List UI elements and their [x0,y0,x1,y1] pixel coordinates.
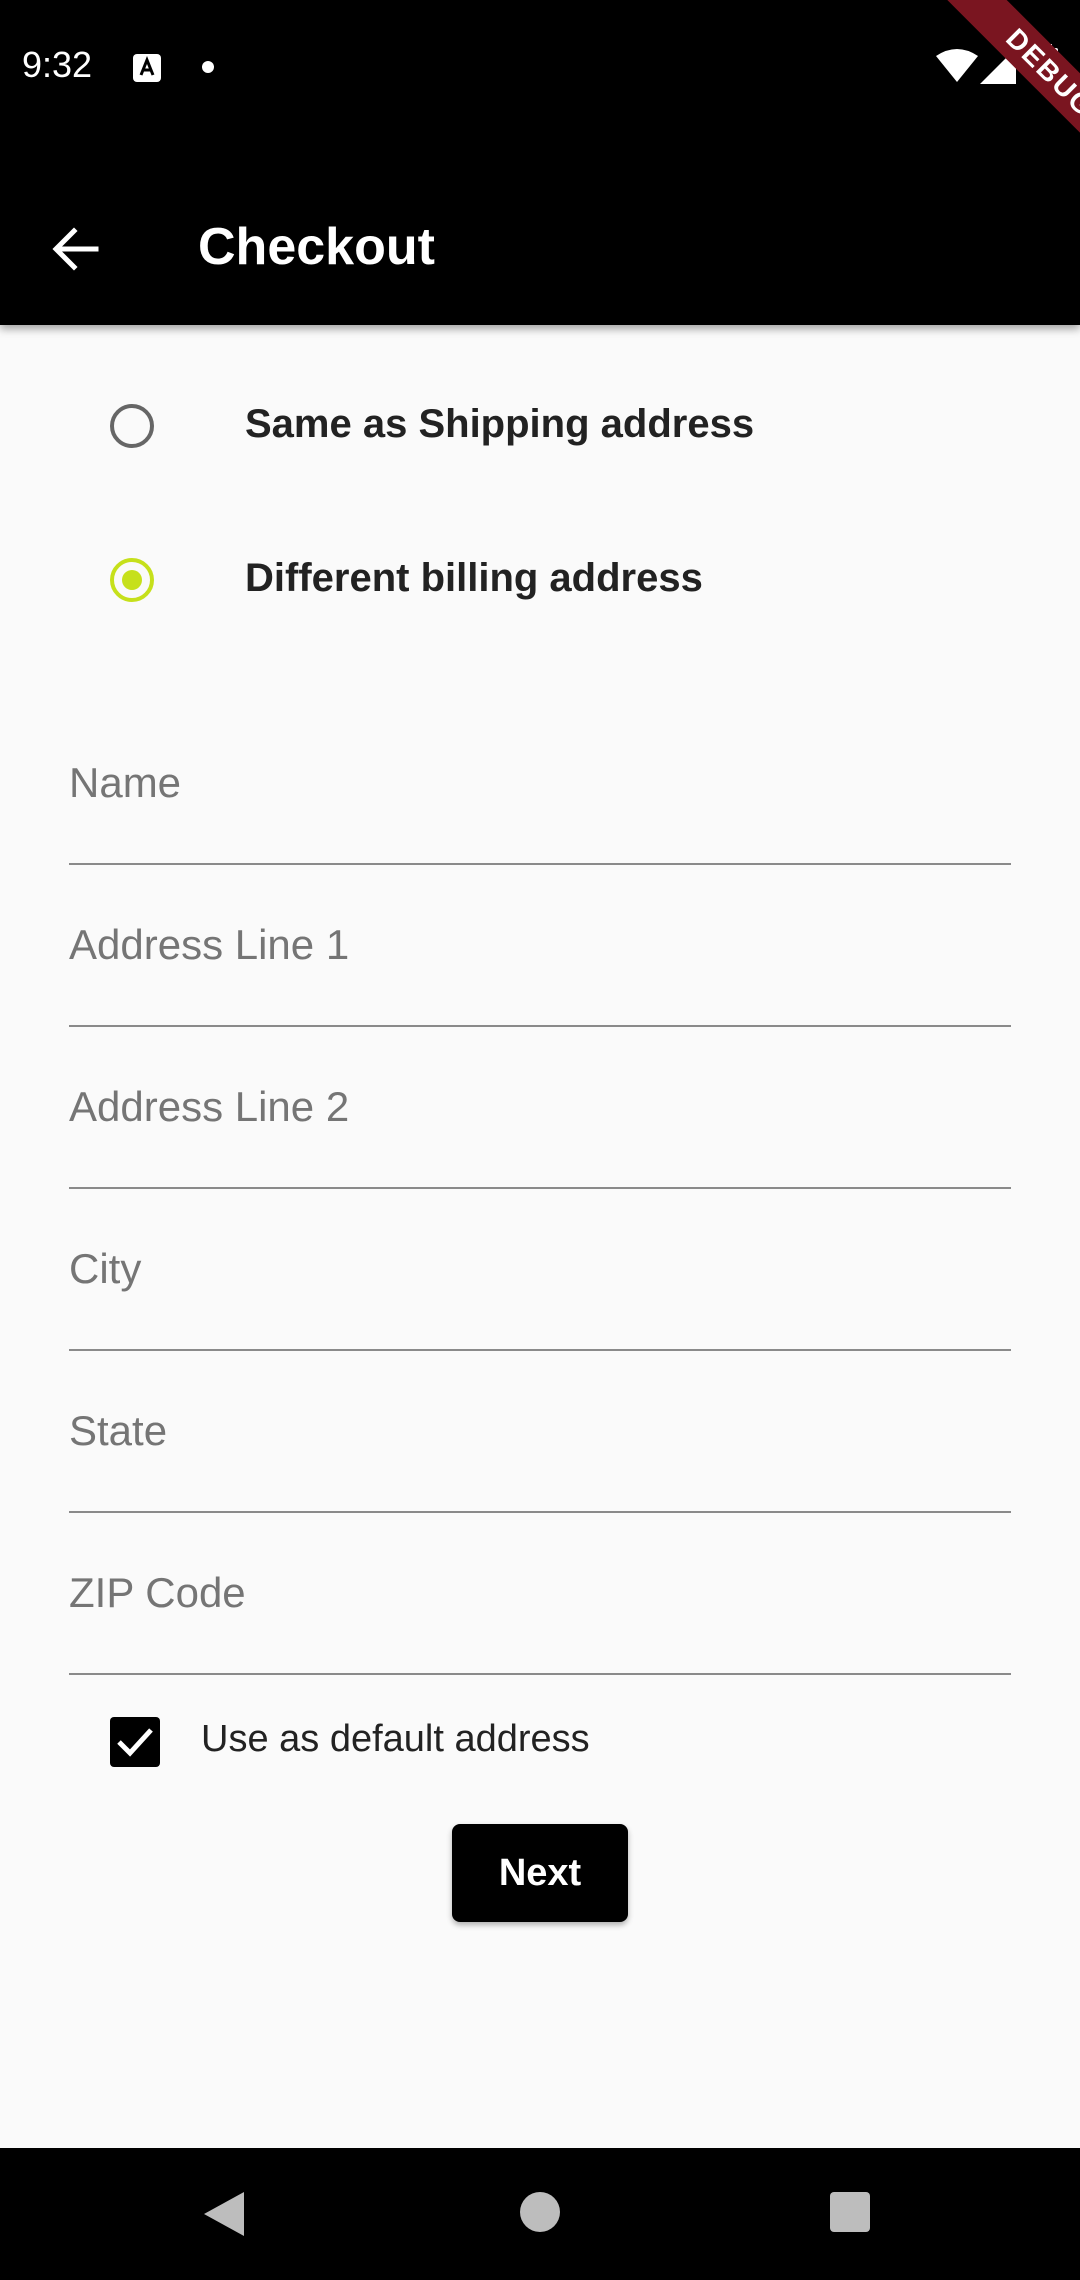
default-address-checkbox[interactable] [110,1717,160,1767]
nav-recents-icon[interactable] [830,2192,870,2232]
app-bar: Checkout [0,135,1080,325]
address-line-2-input[interactable] [69,1027,1011,1187]
system-nav-bar [0,2148,1080,2280]
radio-same-as-shipping[interactable]: Same as Shipping address [0,366,1080,486]
default-address-label: Use as default address [201,1718,590,1760]
city-field[interactable] [69,1189,1011,1351]
name-field[interactable] [69,703,1011,865]
nav-home-icon[interactable] [520,2192,560,2232]
notification-dot-icon [202,61,214,73]
radio-label-same-as-shipping: Same as Shipping address [245,402,755,446]
zip-code-field[interactable] [69,1513,1011,1675]
address-line-1-field[interactable] [69,865,1011,1027]
nav-back-icon[interactable] [200,2188,248,2240]
zip-code-input[interactable] [69,1513,1011,1673]
back-arrow-icon[interactable] [50,223,102,275]
address-line-1-input[interactable] [69,865,1011,1025]
keyboard-a-icon [133,54,161,82]
radio-label-different-billing: Different billing address [245,556,703,600]
status-time: 9:32 [22,44,93,85]
state-input[interactable] [69,1351,1011,1511]
page-title: Checkout [198,218,435,276]
state-field[interactable] [69,1351,1011,1513]
wifi-icon [936,49,978,82]
city-input[interactable] [69,1189,1011,1349]
status-bar: 9:32 DEBUG [0,0,1080,209]
address-line-2-field[interactable] [69,1027,1011,1189]
radio-selected-icon[interactable] [110,558,154,602]
radio-unselected-icon[interactable] [110,404,154,448]
radio-selected-dot [122,570,142,590]
check-icon [117,1728,153,1757]
next-button[interactable]: Next [452,1824,628,1922]
field-underline [69,1673,1011,1675]
radio-different-billing[interactable]: Different billing address [0,520,1080,640]
name-input[interactable] [69,703,1011,863]
